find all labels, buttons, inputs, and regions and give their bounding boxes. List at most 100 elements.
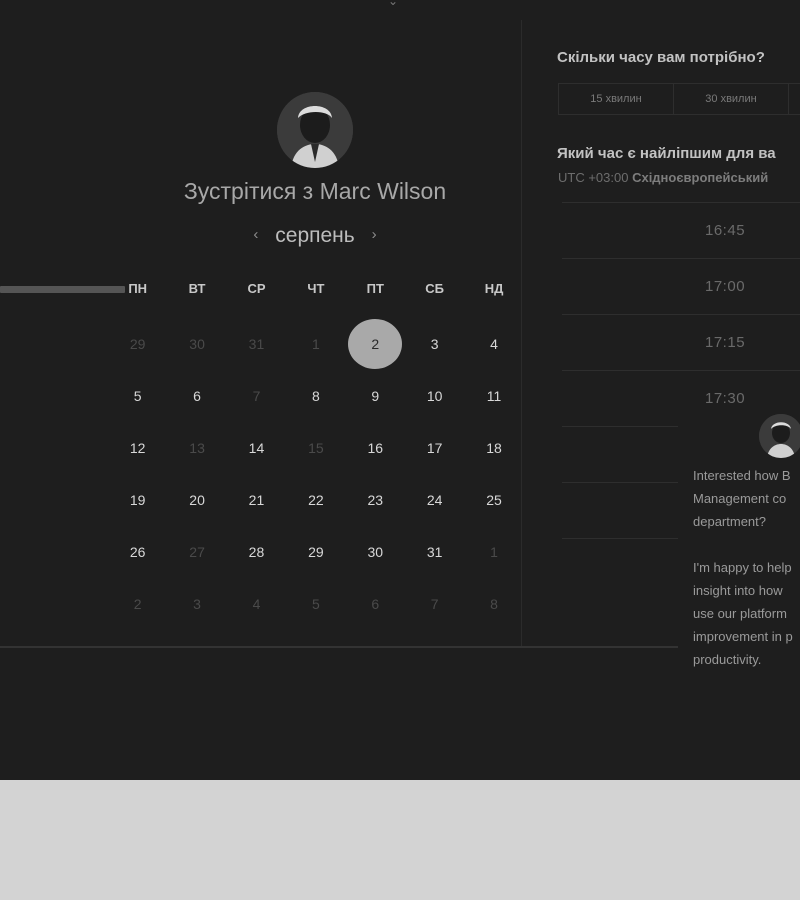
chevron-right-icon[interactable]: › [361, 226, 388, 243]
chevron-down-icon[interactable]: ⌄ [388, 0, 398, 8]
weekday-label: ВТ [188, 281, 206, 296]
day-number: 25 [486, 492, 502, 508]
day-cell[interactable]: 30 [346, 526, 405, 578]
day-number: 9 [371, 388, 380, 404]
day-number: 3 [430, 336, 439, 352]
time-slot[interactable]: 17:15 [562, 314, 800, 370]
day-number: 26 [129, 544, 146, 560]
timezone-label[interactable]: UTC +03:00 Східноєвропейський [558, 170, 768, 185]
time-slot[interactable]: 17:00 [562, 258, 800, 314]
duration-question: Скільки часу вам потрібно? [557, 49, 765, 66]
timezone-name: Східноєвропейський [632, 170, 769, 185]
day-cell[interactable]: 20 [167, 474, 226, 526]
day-number: 23 [367, 492, 384, 508]
day-cell[interactable]: 17 [405, 422, 464, 474]
day-number: 22 [308, 492, 324, 508]
weekday-label: НД [484, 281, 504, 296]
day-number: 7 [252, 388, 261, 404]
day-number: 30 [367, 544, 384, 560]
day-cell: 7 [405, 578, 464, 630]
chevron-left-icon[interactable]: ‹ [242, 226, 269, 243]
day-number: 17 [426, 440, 443, 456]
booking-panel: ⌄ Зустрітися з Marc Wilson ‹ серпень › П… [0, 0, 800, 780]
day-cell: 30 [167, 318, 226, 370]
day-number: 13 [189, 440, 205, 456]
day-cell: 5 [286, 578, 345, 630]
day-cell: 27 [167, 526, 226, 578]
weekday-header: ПН ВТ СР ЧТ ПТ СБ НД [108, 281, 524, 296]
day-number: 15 [308, 440, 324, 456]
day-cell: 7 [227, 370, 286, 422]
day-cell: 4 [227, 578, 286, 630]
day-number: 8 [311, 388, 320, 404]
chat-avatar [759, 414, 800, 458]
time-slot-label: 17:00 [705, 278, 746, 295]
day-number: 27 [189, 544, 205, 560]
day-cell[interactable]: 24 [405, 474, 464, 526]
day-cell[interactable]: 6 [167, 370, 226, 422]
weekday-label: СБ [425, 281, 445, 296]
day-cell[interactable]: 31 [405, 526, 464, 578]
day-cell[interactable]: 4 [464, 318, 523, 370]
day-cell: 15 [286, 422, 345, 474]
time-question: Який час є найліпшим для ва [557, 145, 776, 162]
duration-option[interactable]: 30 хвилин [674, 84, 789, 114]
calendar-grid: 29 30 31 1 2 3 4 5 6 7 8 9 10 11 12 13 14 15 16 17 18 19 20 21 2… [108, 318, 524, 630]
day-cell[interactable]: 14 [227, 422, 286, 474]
day-number: 4 [252, 596, 261, 612]
day-number: 3 [193, 596, 201, 612]
day-number: 28 [248, 544, 265, 560]
day-cell[interactable]: 29 [286, 526, 345, 578]
day-cell[interactable]: 26 [108, 526, 167, 578]
day-number: 5 [133, 388, 142, 404]
day-cell[interactable]: 18 [464, 422, 523, 474]
day-cell[interactable]: 5 [108, 370, 167, 422]
day-cell[interactable]: 22 [286, 474, 345, 526]
weekday-label: СР [247, 281, 266, 296]
day-cell-selected[interactable]: 2 [346, 318, 405, 370]
day-cell[interactable]: 8 [286, 370, 345, 422]
day-cell: 1 [464, 526, 523, 578]
day-number: 30 [189, 336, 205, 352]
day-number: 4 [490, 336, 498, 352]
day-number: 8 [490, 596, 498, 612]
day-number: 5 [311, 596, 320, 612]
day-cell[interactable]: 23 [346, 474, 405, 526]
day-number: 7 [430, 596, 439, 612]
day-number: 29 [308, 544, 324, 560]
footer-divider [0, 646, 680, 648]
day-number: 19 [129, 492, 146, 508]
scroll-indicator [0, 286, 125, 293]
time-slot[interactable]: 16:45 [562, 202, 800, 258]
day-cell[interactable]: 11 [464, 370, 523, 422]
day-cell[interactable]: 10 [405, 370, 464, 422]
day-cell: 29 [108, 318, 167, 370]
day-number: 21 [248, 492, 265, 508]
day-cell: 2 [108, 578, 167, 630]
day-number: 20 [189, 492, 205, 508]
day-number: 11 [486, 388, 502, 404]
day-number: 6 [193, 388, 201, 404]
day-number: 1 [490, 544, 498, 560]
day-number: 2 [348, 319, 403, 369]
day-number: 10 [426, 388, 443, 404]
duration-option[interactable]: 15 хвилин [559, 84, 674, 114]
day-number: 16 [367, 440, 384, 456]
day-number: 12 [129, 440, 146, 456]
day-cell[interactable]: 28 [227, 526, 286, 578]
day-number: 14 [248, 440, 265, 456]
timezone-offset: UTC +03:00 [558, 170, 629, 185]
day-cell: 1 [286, 318, 345, 370]
day-cell[interactable]: 12 [108, 422, 167, 474]
day-cell[interactable]: 3 [405, 318, 464, 370]
day-cell[interactable]: 21 [227, 474, 286, 526]
chat-message: Interested how B Management co departmen… [693, 468, 793, 667]
day-cell[interactable]: 9 [346, 370, 405, 422]
month-navigation: ‹ серпень › [0, 224, 630, 248]
day-cell[interactable]: 19 [108, 474, 167, 526]
day-cell: 8 [464, 578, 523, 630]
day-cell: 3 [167, 578, 226, 630]
day-cell[interactable]: 25 [464, 474, 523, 526]
day-cell[interactable]: 16 [346, 422, 405, 474]
day-number: 6 [371, 596, 380, 612]
